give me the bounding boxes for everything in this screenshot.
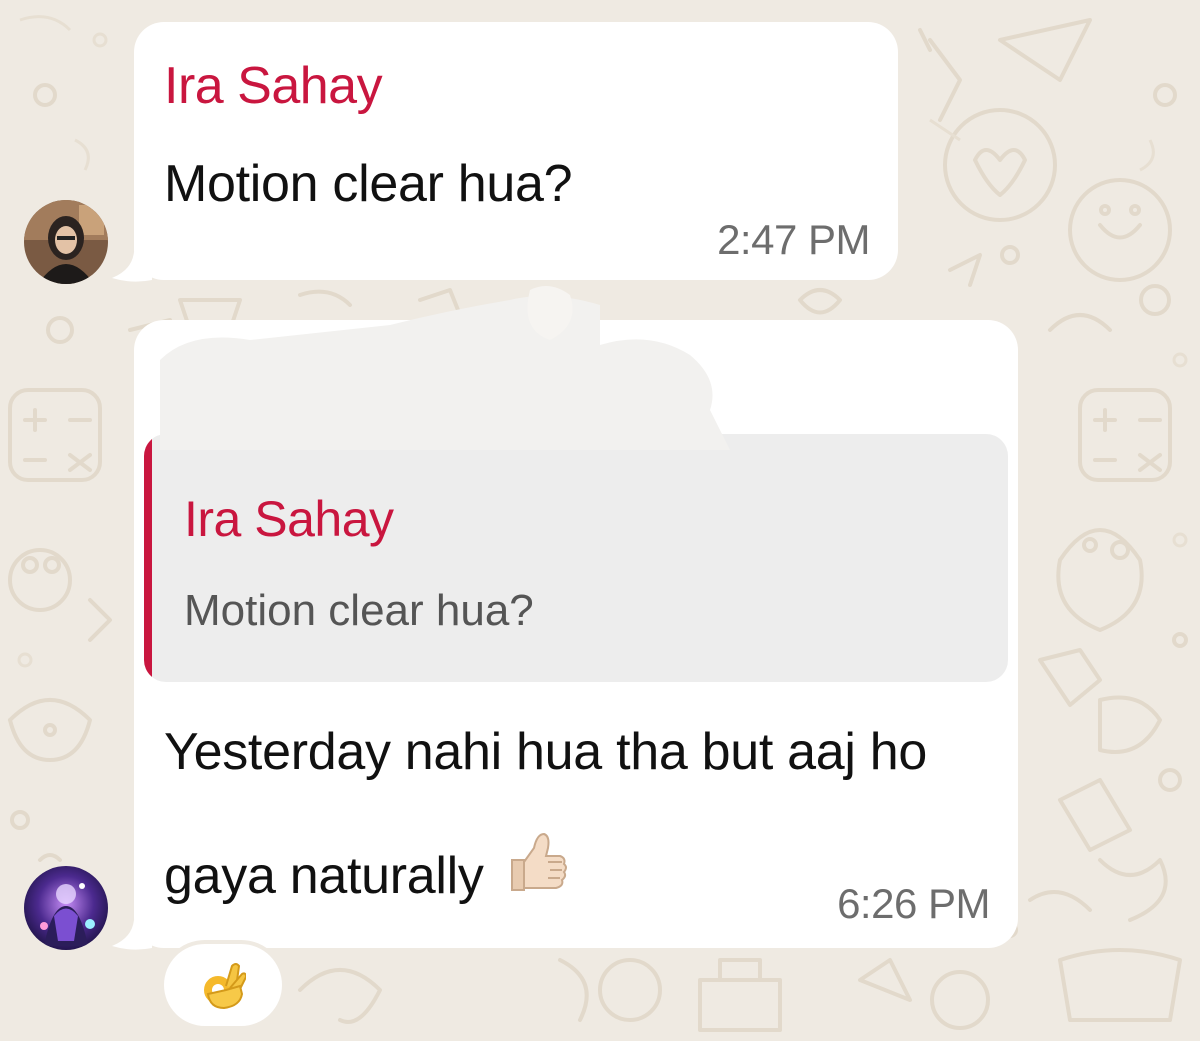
- quoted-message[interactable]: Ira Sahay Motion clear hua?: [144, 434, 1008, 682]
- avatar[interactable]: [24, 200, 108, 284]
- quoted-sender-name: Ira Sahay: [184, 491, 394, 547]
- message-text: Motion clear hua?: [164, 155, 573, 213]
- redacted-region: [160, 286, 730, 450]
- message-time: 2:47 PM: [717, 216, 870, 263]
- thumbs-up-light-skin-icon: [502, 817, 568, 941]
- sender-name[interactable]: Ira Sahay: [164, 56, 383, 116]
- message-bubble[interactable]: Ira Sahay Motion clear hua? 2:47 PM: [134, 22, 898, 280]
- profile-photo-icon: [24, 200, 108, 284]
- ok-hand-icon: [204, 963, 246, 1010]
- reaction-badge[interactable]: [164, 944, 282, 1026]
- avatar[interactable]: [24, 866, 108, 950]
- profile-photo-icon: [24, 866, 108, 950]
- quoted-text: Motion clear hua?: [184, 586, 534, 635]
- message-time: 6:26 PM: [837, 880, 990, 927]
- quote-accent-bar: [144, 434, 152, 682]
